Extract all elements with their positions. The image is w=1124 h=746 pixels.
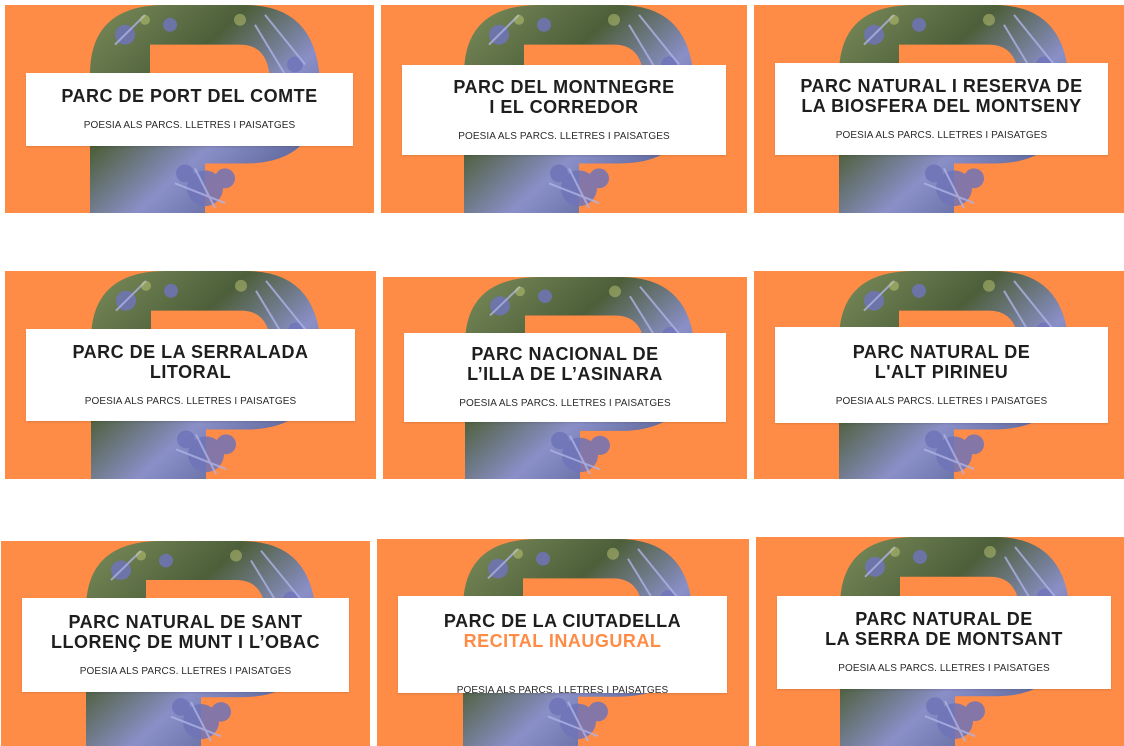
card-panel: PARC DE PORT DEL COMTE POESIA ALS PARCS.… <box>26 73 353 146</box>
card-panel: PARC DE LA CIUTADELLA RECITAL INAUGURAL … <box>398 596 727 696</box>
card-title: PARC NATURAL I RESERVA DE LA BIOSFERA DE… <box>800 75 1083 116</box>
card-subtitle: POESIA ALS PARCS. LLETRES I PAISATGES <box>456 685 669 696</box>
card-title: PARC DE LA SERRALADA LITORAL <box>72 341 309 382</box>
card-panel: PARC DE LA SERRALADA LITORAL POESIA ALS … <box>26 329 355 421</box>
card-title: PARC NACIONAL DE L’ILLA DE L’ASINARA <box>467 344 663 384</box>
park-card-8[interactable]: PARC DE LA CIUTADELLA RECITAL INAUGURAL … <box>377 539 749 746</box>
card-subtitle: POESIA ALS PARCS. LLETRES I PAISATGES <box>79 665 292 677</box>
card-title: PARC NATURAL DE L'ALT PIRINEU <box>852 341 1031 382</box>
card-subtitle: POESIA ALS PARCS. LLETRES I PAISATGES <box>835 129 1048 141</box>
card-title: PARC NATURAL DE SANT LLORENÇ DE MUNT I L… <box>51 611 320 652</box>
card-subtitle: POESIA ALS PARCS. LLETRES I PAISATGES <box>84 395 297 407</box>
card-title: PARC DEL MONTNEGRE I EL CORREDOR <box>453 76 675 117</box>
park-card-1[interactable]: PARC DE PORT DEL COMTE POESIA ALS PARCS.… <box>5 5 374 213</box>
park-card-5[interactable]: PARC NACIONAL DE L’ILLA DE L’ASINARA POE… <box>383 277 747 479</box>
card-title-accent: RECITAL INAUGURAL <box>463 631 662 651</box>
card-panel: PARC NATURAL DE SANT LLORENÇ DE MUNT I L… <box>22 598 349 692</box>
park-card-6[interactable]: PARC NATURAL DE L'ALT PIRINEU POESIA ALS… <box>754 271 1124 479</box>
card-subtitle: POESIA ALS PARCS. LLETRES I PAISATGES <box>83 120 296 131</box>
card-title: PARC DE PORT DEL COMTE <box>61 86 318 106</box>
park-card-3[interactable]: PARC NATURAL I RESERVA DE LA BIOSFERA DE… <box>754 5 1124 213</box>
card-panel: PARC NATURAL I RESERVA DE LA BIOSFERA DE… <box>775 63 1108 155</box>
card-subtitle: POESIA ALS PARCS. LLETRES I PAISATGES <box>459 398 671 409</box>
park-card-4[interactable]: PARC DE LA SERRALADA LITORAL POESIA ALS … <box>5 271 376 479</box>
card-subtitle: POESIA ALS PARCS. LLETRES I PAISATGES <box>835 395 1048 407</box>
card-title: PARC DE LA CIUTADELLA RECITAL INAUGURAL <box>444 591 681 671</box>
card-panel: PARC NATURAL DE L'ALT PIRINEU POESIA ALS… <box>775 327 1108 423</box>
card-title-main: PARC DE LA CIUTADELLA <box>443 611 682 631</box>
park-card-2[interactable]: PARC DEL MONTNEGRE I EL CORREDOR POESIA … <box>381 5 747 213</box>
park-card-9[interactable]: PARC NATURAL DE LA SERRA DE MONTSANT POE… <box>756 537 1124 746</box>
card-panel: PARC NATURAL DE LA SERRA DE MONTSANT POE… <box>777 596 1111 689</box>
card-title: PARC NATURAL DE LA SERRA DE MONTSANT <box>825 609 1063 649</box>
card-subtitle: POESIA ALS PARCS. LLETRES I PAISATGES <box>458 130 670 142</box>
card-subtitle: POESIA ALS PARCS. LLETRES I PAISATGES <box>838 663 1050 674</box>
card-panel: PARC NACIONAL DE L’ILLA DE L’ASINARA POE… <box>404 333 726 422</box>
card-panel: PARC DEL MONTNEGRE I EL CORREDOR POESIA … <box>402 65 726 155</box>
park-card-7[interactable]: PARC NATURAL DE SANT LLORENÇ DE MUNT I L… <box>1 541 370 746</box>
